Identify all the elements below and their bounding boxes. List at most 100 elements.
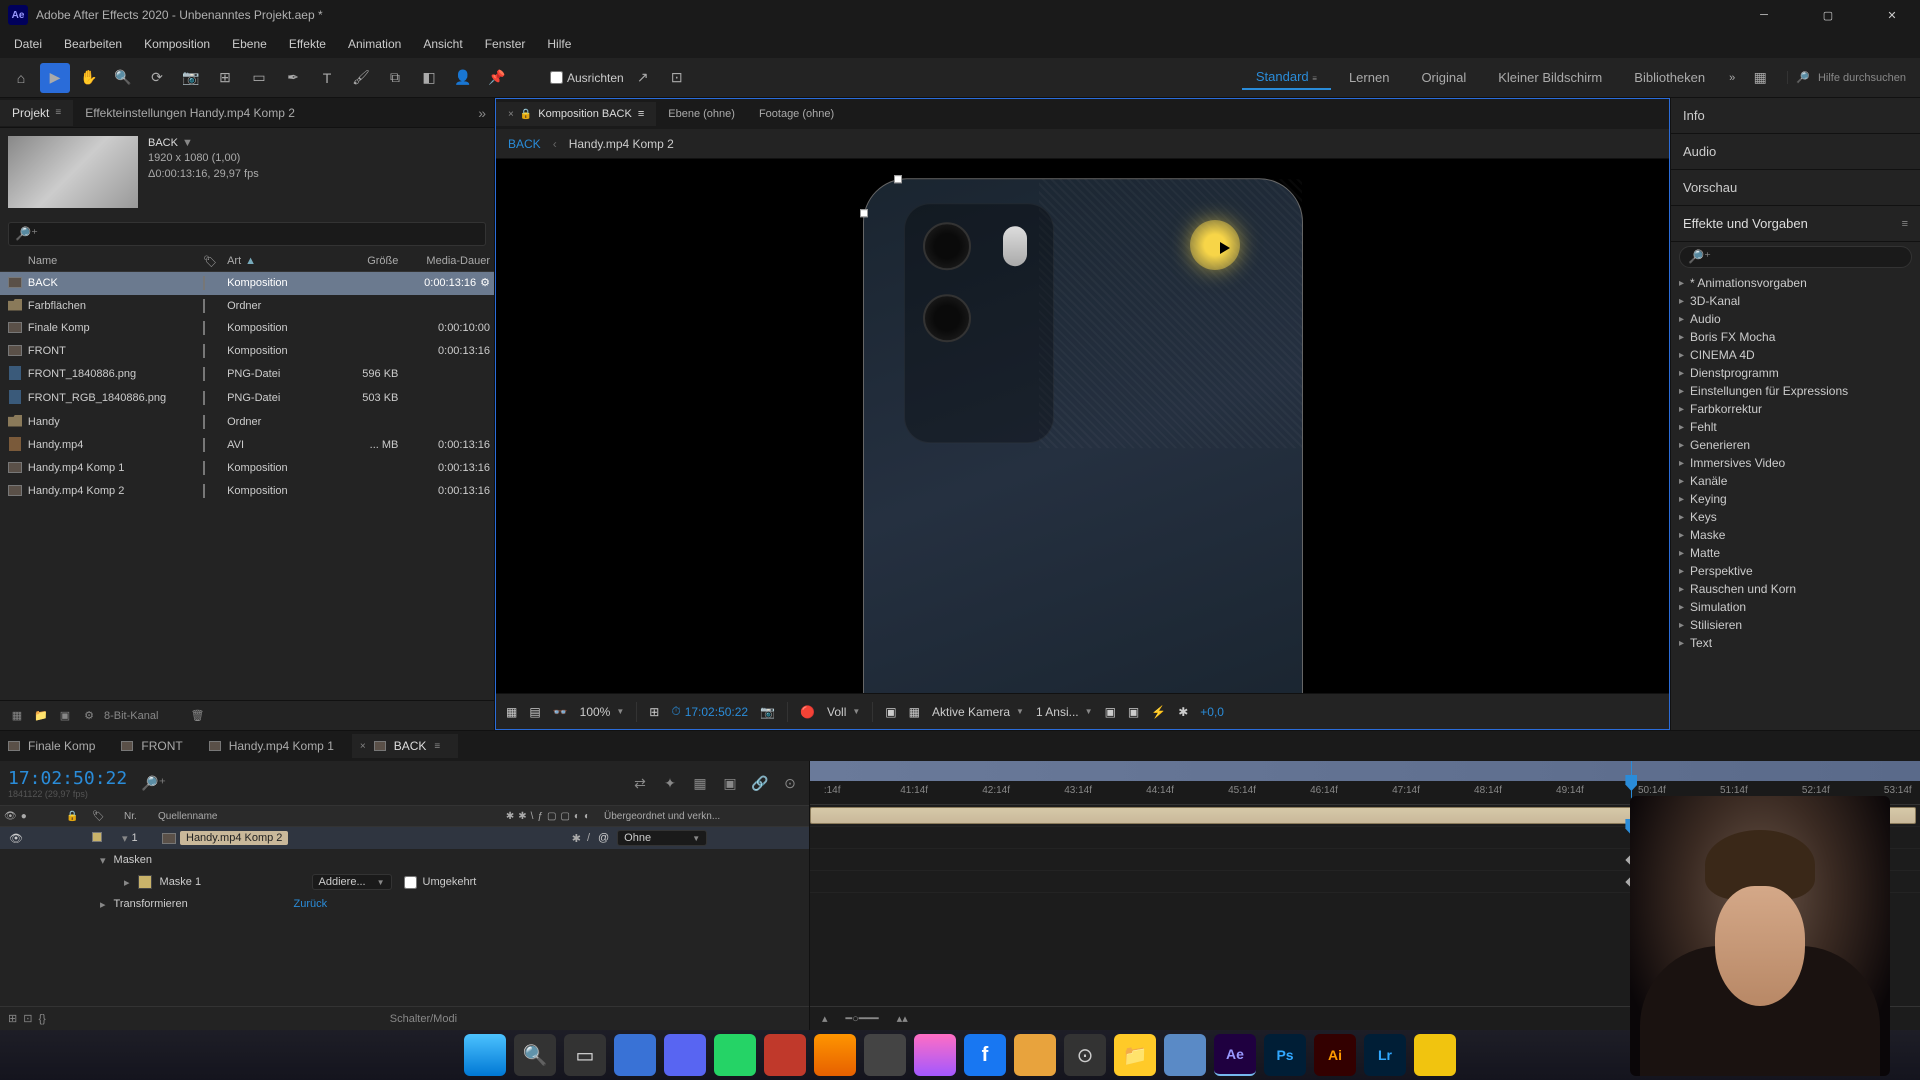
zoom-tool[interactable]: 🔍	[108, 63, 138, 93]
vf-grid-icon[interactable]: ⊞	[647, 705, 661, 719]
snap-checkbox[interactable]: Ausrichten	[550, 71, 624, 85]
tl-tool-6-icon[interactable]: ⊙	[779, 775, 801, 792]
label-tag[interactable]	[203, 321, 205, 335]
taskbar-lightroom[interactable]: Lr	[1364, 1034, 1406, 1076]
tl-ft-2-icon[interactable]: ⊡	[23, 1012, 32, 1025]
effects-search-input[interactable]: 🔎⁺	[1679, 246, 1912, 268]
workspace-overflow[interactable]: »	[1723, 72, 1741, 84]
label-tag[interactable]	[203, 299, 205, 313]
snap-grid-icon[interactable]: ⊡	[662, 63, 692, 93]
visibility-toggle[interactable]: 👁	[8, 830, 24, 846]
label-tag[interactable]	[203, 415, 205, 429]
col-size-header[interactable]: Größe	[347, 255, 407, 268]
interpret-footage-icon[interactable]: ▦	[8, 707, 26, 725]
vf-flyout-1-icon[interactable]: ▦	[504, 705, 519, 719]
layer-label-color[interactable]	[92, 832, 102, 842]
taskbar-illustrator[interactable]: Ai	[1314, 1034, 1356, 1076]
composition-viewer[interactable]	[496, 159, 1669, 693]
exposure-value[interactable]: +0,0	[1198, 705, 1226, 719]
selection-handle[interactable]	[860, 209, 868, 217]
label-tag[interactable]	[203, 484, 205, 498]
effect-category[interactable]: ▸Immersives Video	[1675, 454, 1916, 472]
panel-overflow-icon[interactable]: »	[478, 105, 486, 121]
panel-vorschau[interactable]: Vorschau	[1671, 170, 1920, 206]
effect-category[interactable]: ▸Farbkorrektur	[1675, 400, 1916, 418]
project-item[interactable]: FRONT Komposition 0:00:13:16	[0, 340, 494, 363]
menu-fenster[interactable]: Fenster	[475, 33, 536, 55]
taskbar-start[interactable]	[464, 1034, 506, 1076]
trash-icon[interactable]: 🗑	[188, 707, 206, 725]
search-help-input[interactable]: Hilfe durchsuchen	[1818, 72, 1906, 84]
layer-row[interactable]: 👁 ▾1 Handy.mp4 Komp 2 ✱ / @ Ohne▼	[0, 827, 809, 849]
taskbar-obs[interactable]: ⊙	[1064, 1034, 1106, 1076]
hand-tool[interactable]: ✋	[74, 63, 104, 93]
sw-5-icon[interactable]: ◐	[574, 811, 580, 822]
viewer-timecode[interactable]: ⏱ 17:02:50:22	[669, 704, 750, 719]
tab-komposition[interactable]: × 🔒 Komposition BACK ≡	[496, 102, 656, 126]
project-search-input[interactable]: 🔎⁺	[8, 222, 486, 246]
masken-group[interactable]: ▾ Masken	[0, 849, 809, 871]
expand-maske1-icon[interactable]: ▸	[124, 876, 130, 889]
roi-icon[interactable]: ▣	[883, 705, 898, 719]
taskbar-journal[interactable]	[1014, 1034, 1056, 1076]
effect-category[interactable]: ▸Stilisieren	[1675, 616, 1916, 634]
effect-category[interactable]: ▸Matte	[1675, 544, 1916, 562]
col-parent-header[interactable]: Übergeordnet und verkn...	[598, 811, 798, 822]
breadcrumb-back[interactable]: BACK	[508, 137, 541, 151]
effect-category[interactable]: ▸Text	[1675, 634, 1916, 652]
effect-category[interactable]: ▸Dienstprogramm	[1675, 364, 1916, 382]
vf-flyout-2-icon[interactable]: ▤	[527, 705, 542, 719]
effect-category[interactable]: ▸CINEMA 4D	[1675, 346, 1916, 364]
sw-6-icon[interactable]: ◐	[584, 811, 590, 822]
minimize-button[interactable]: ─	[1744, 0, 1784, 30]
effect-category[interactable]: ▸Perspektive	[1675, 562, 1916, 580]
expand-transform-icon[interactable]: ▸	[100, 898, 106, 911]
close-comp-tab-icon[interactable]: ×	[508, 109, 514, 120]
timeline-tab-back[interactable]: ×BACK≡	[352, 734, 458, 758]
effect-category[interactable]: ▸Keys	[1675, 508, 1916, 526]
project-item[interactable]: FRONT_1840886.png PNG-Datei 596 KB	[0, 363, 494, 387]
solo-header-icon[interactable]: ●	[21, 811, 27, 822]
taskbar-messenger[interactable]	[914, 1034, 956, 1076]
col-nr-header[interactable]: Nr.	[118, 811, 158, 822]
tab-footage[interactable]: Footage (ohne)	[747, 102, 846, 126]
tab-menu-icon[interactable]: ≡	[434, 741, 440, 752]
comp-dropdown-icon[interactable]: ▼	[182, 137, 193, 149]
menu-bearbeiten[interactable]: Bearbeiten	[54, 33, 132, 55]
brush-tool[interactable]: 🖌	[346, 63, 376, 93]
snap-options-icon[interactable]: ↗	[628, 63, 658, 93]
transparency-icon[interactable]: ▦	[907, 705, 922, 719]
camera-tool[interactable]: 📷	[176, 63, 206, 93]
menu-effekte[interactable]: Effekte	[279, 33, 336, 55]
effect-category[interactable]: ▸Fehlt	[1675, 418, 1916, 436]
effect-category[interactable]: ▸Audio	[1675, 310, 1916, 328]
workspace-standard[interactable]: Standard ≡	[1242, 65, 1331, 90]
tl-zoom-in-icon[interactable]: ▴▴	[897, 1012, 908, 1025]
workspace-panel-icon[interactable]: ▦	[1745, 63, 1775, 93]
tl-tool-4-icon[interactable]: ▣	[719, 775, 741, 792]
effect-category[interactable]: ▸* Animationsvorgaben	[1675, 274, 1916, 292]
maske-1-row[interactable]: ▸ Maske 1 Addiere...▼ Umgekehrt	[0, 871, 809, 893]
panel-info[interactable]: Info	[1671, 98, 1920, 134]
effect-category[interactable]: ▸3D-Kanal	[1675, 292, 1916, 310]
orbit-tool[interactable]: ⟳	[142, 63, 172, 93]
pan-behind-tool[interactable]: ⊞	[210, 63, 240, 93]
clone-tool[interactable]: ⧉	[380, 63, 410, 93]
label-color-header-icon[interactable]: 🏷	[92, 811, 105, 822]
tl-tool-5-icon[interactable]: 🔗	[749, 775, 771, 792]
col-tag-header[interactable]: 🏷	[203, 255, 227, 268]
reset-transform-link[interactable]: Zurück	[294, 898, 328, 910]
puppet-tool[interactable]: 📌	[482, 63, 512, 93]
taskbar-app-purple[interactable]	[664, 1034, 706, 1076]
tl-tool-1-icon[interactable]: ⇄	[629, 775, 651, 792]
project-item[interactable]: Handy.mp4 Komp 1 Komposition 0:00:13:16	[0, 458, 494, 481]
vf-3d-icon[interactable]: ▣	[1103, 705, 1118, 719]
panel-audio[interactable]: Audio	[1671, 134, 1920, 170]
tab-projekt[interactable]: Projekt≡	[0, 100, 73, 126]
tab-menu-icon[interactable]: ≡	[55, 107, 61, 118]
effect-category[interactable]: ▸Rauschen und Korn	[1675, 580, 1916, 598]
timeline-tab-handy[interactable]: Handy.mp4 Komp 1	[201, 734, 352, 758]
workspace-original[interactable]: Original	[1407, 66, 1480, 89]
zoom-level[interactable]: 100%▼	[578, 705, 627, 719]
lock-header-icon[interactable]: 🔒	[66, 811, 78, 822]
